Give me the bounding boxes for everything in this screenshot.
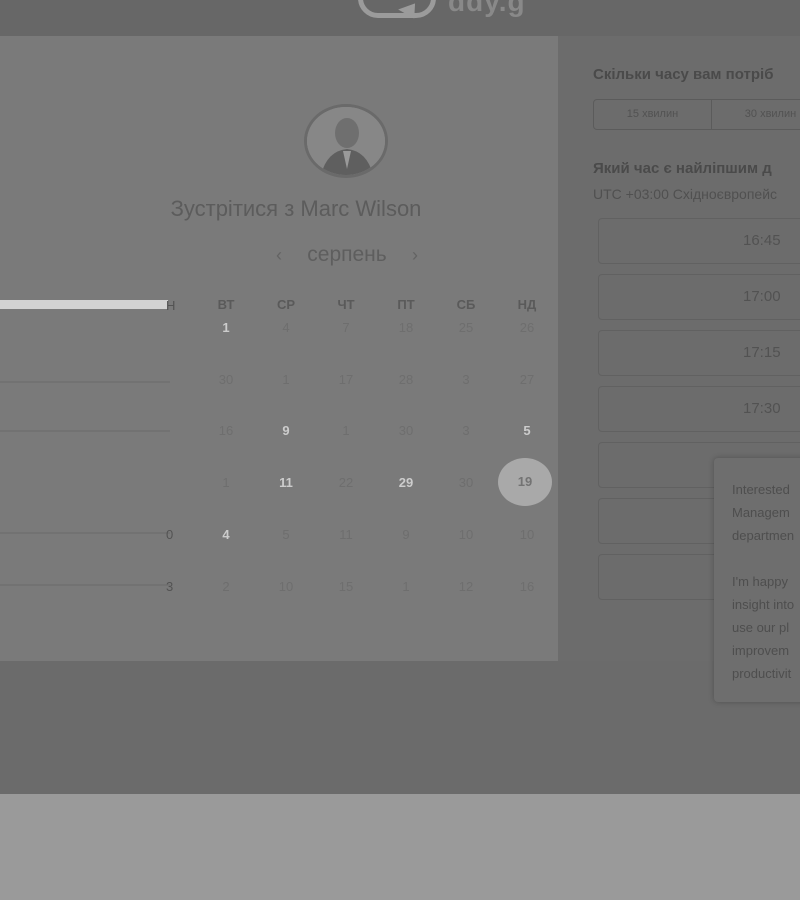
weekday-header: СБ — [456, 297, 476, 312]
month-navigator: ‹ серпень › — [276, 242, 418, 268]
calendar-day[interactable]: 1 — [206, 320, 246, 335]
weekday-header: ЧТ — [337, 297, 355, 312]
sidebar-number: 0 — [166, 527, 174, 542]
sidebar-divider — [0, 430, 170, 432]
calendar-day[interactable]: 5 — [507, 423, 547, 438]
time-slot-button[interactable]: 17:15 — [598, 330, 800, 376]
sidebar-divider — [0, 584, 170, 586]
chat-popup[interactable]: Interested Managem departmen I'm happy insig… — [714, 458, 800, 702]
calendar-day[interactable]: 5 — [266, 527, 306, 542]
calendar-day[interactable]: 7 — [326, 320, 366, 335]
meeting-title: Зустрітися з Marc Wilson — [170, 196, 422, 221]
timezone-label[interactable]: UTC +03:00 Східноєвропейс — [593, 186, 777, 202]
logo-text: ddy.g — [448, 0, 526, 17]
month-label: серпень — [307, 243, 387, 266]
time-slot-button[interactable]: 17:00 — [598, 274, 800, 320]
sidebar-divider — [0, 532, 170, 534]
weekday-header: ВТ — [217, 297, 235, 312]
sidebar-number: 3 — [166, 579, 174, 594]
weekday-header-partial: Н — [166, 298, 176, 313]
time-question: Який час є найліпшим д — [593, 160, 772, 177]
time-slot-button[interactable]: 17:30 — [598, 386, 800, 432]
time-slot-button[interactable]: 16:45 — [598, 218, 800, 264]
calendar-day[interactable]: 12 — [446, 579, 486, 594]
calendar-day[interactable]: 29 — [386, 475, 426, 490]
weekday-header: ПТ — [397, 297, 415, 312]
calendar-day[interactable]: 17 — [326, 372, 366, 387]
chat-text-line: I'm happy — [732, 574, 788, 589]
app-window: ddy.g Зустрітися з Marc Wilson ‹ серпень… — [0, 0, 800, 794]
duration-option-15[interactable]: 15 хвилин — [594, 100, 712, 129]
calendar-day[interactable]: 16 — [507, 579, 547, 594]
calendar-day[interactable]: 11 — [326, 527, 366, 542]
calendar-day[interactable]: 25 — [446, 320, 486, 335]
prev-month-arrow-icon[interactable]: ‹ — [276, 245, 282, 266]
calendar-day[interactable]: 18 — [386, 320, 426, 335]
calendar-day[interactable]: 9 — [266, 423, 306, 438]
calendar-day[interactable]: 1 — [206, 475, 246, 490]
meeting-panel: Зустрітися з Marc Wilson ‹ серпень › Н 0… — [0, 36, 558, 661]
calendar-day[interactable]: 10 — [266, 579, 306, 594]
chat-text-line: insight into — [732, 597, 795, 612]
calendar-day[interactable]: 1 — [326, 423, 366, 438]
chat-text-line: use our pl — [732, 620, 790, 635]
calendar-day[interactable]: 11 — [266, 475, 306, 490]
calendar-day[interactable]: 4 — [206, 527, 246, 542]
next-month-arrow-icon[interactable]: › — [412, 245, 418, 266]
calendar-day[interactable]: 30 — [386, 423, 426, 438]
chat-text-line: Interested — [732, 482, 790, 497]
calendar-day[interactable]: 1 — [386, 579, 426, 594]
calendar-day[interactable]: 3 — [446, 372, 486, 387]
chat-text-line: departmen — [732, 528, 795, 543]
duration-selector: 15 хвилин 30 хвилин — [593, 99, 800, 130]
duration-question: Скільки часу вам потріб — [593, 66, 774, 83]
calendar-day[interactable]: 2 — [206, 579, 246, 594]
weekday-header: НД — [517, 297, 537, 312]
calendar-day[interactable]: 30 — [206, 372, 246, 387]
footer-area — [0, 661, 800, 794]
sidebar-divider — [0, 381, 170, 383]
calendar-day[interactable]: 22 — [326, 475, 366, 490]
calendar-day[interactable]: 3 — [446, 423, 486, 438]
host-avatar — [304, 104, 388, 178]
calendar-day[interactable]: 30 — [446, 475, 486, 490]
chat-text-line: productivit — [732, 666, 792, 681]
calendar-day[interactable]: 1 — [266, 372, 306, 387]
selected-day[interactable]: 19 — [498, 458, 552, 506]
calendar-day[interactable]: 9 — [386, 527, 426, 542]
chat-text-line: Managem — [732, 505, 790, 520]
weekday-header: СР — [276, 297, 296, 312]
calendar-day[interactable]: 26 — [507, 320, 547, 335]
header-bar: ddy.g — [0, 0, 800, 36]
calendar-day[interactable]: 4 — [266, 320, 306, 335]
calendar-day[interactable]: 15 — [326, 579, 366, 594]
calendar-day[interactable]: 10 — [507, 527, 547, 542]
calendar-day[interactable]: 27 — [507, 372, 547, 387]
calendar-day[interactable]: 10 — [446, 527, 486, 542]
sidebar-progress-bar — [0, 300, 168, 309]
duration-option-30[interactable]: 30 хвилин — [712, 100, 800, 129]
chat-text-line: improvem — [732, 643, 790, 658]
calendar-day[interactable]: 16 — [206, 423, 246, 438]
calendar-day[interactable]: 28 — [386, 372, 426, 387]
